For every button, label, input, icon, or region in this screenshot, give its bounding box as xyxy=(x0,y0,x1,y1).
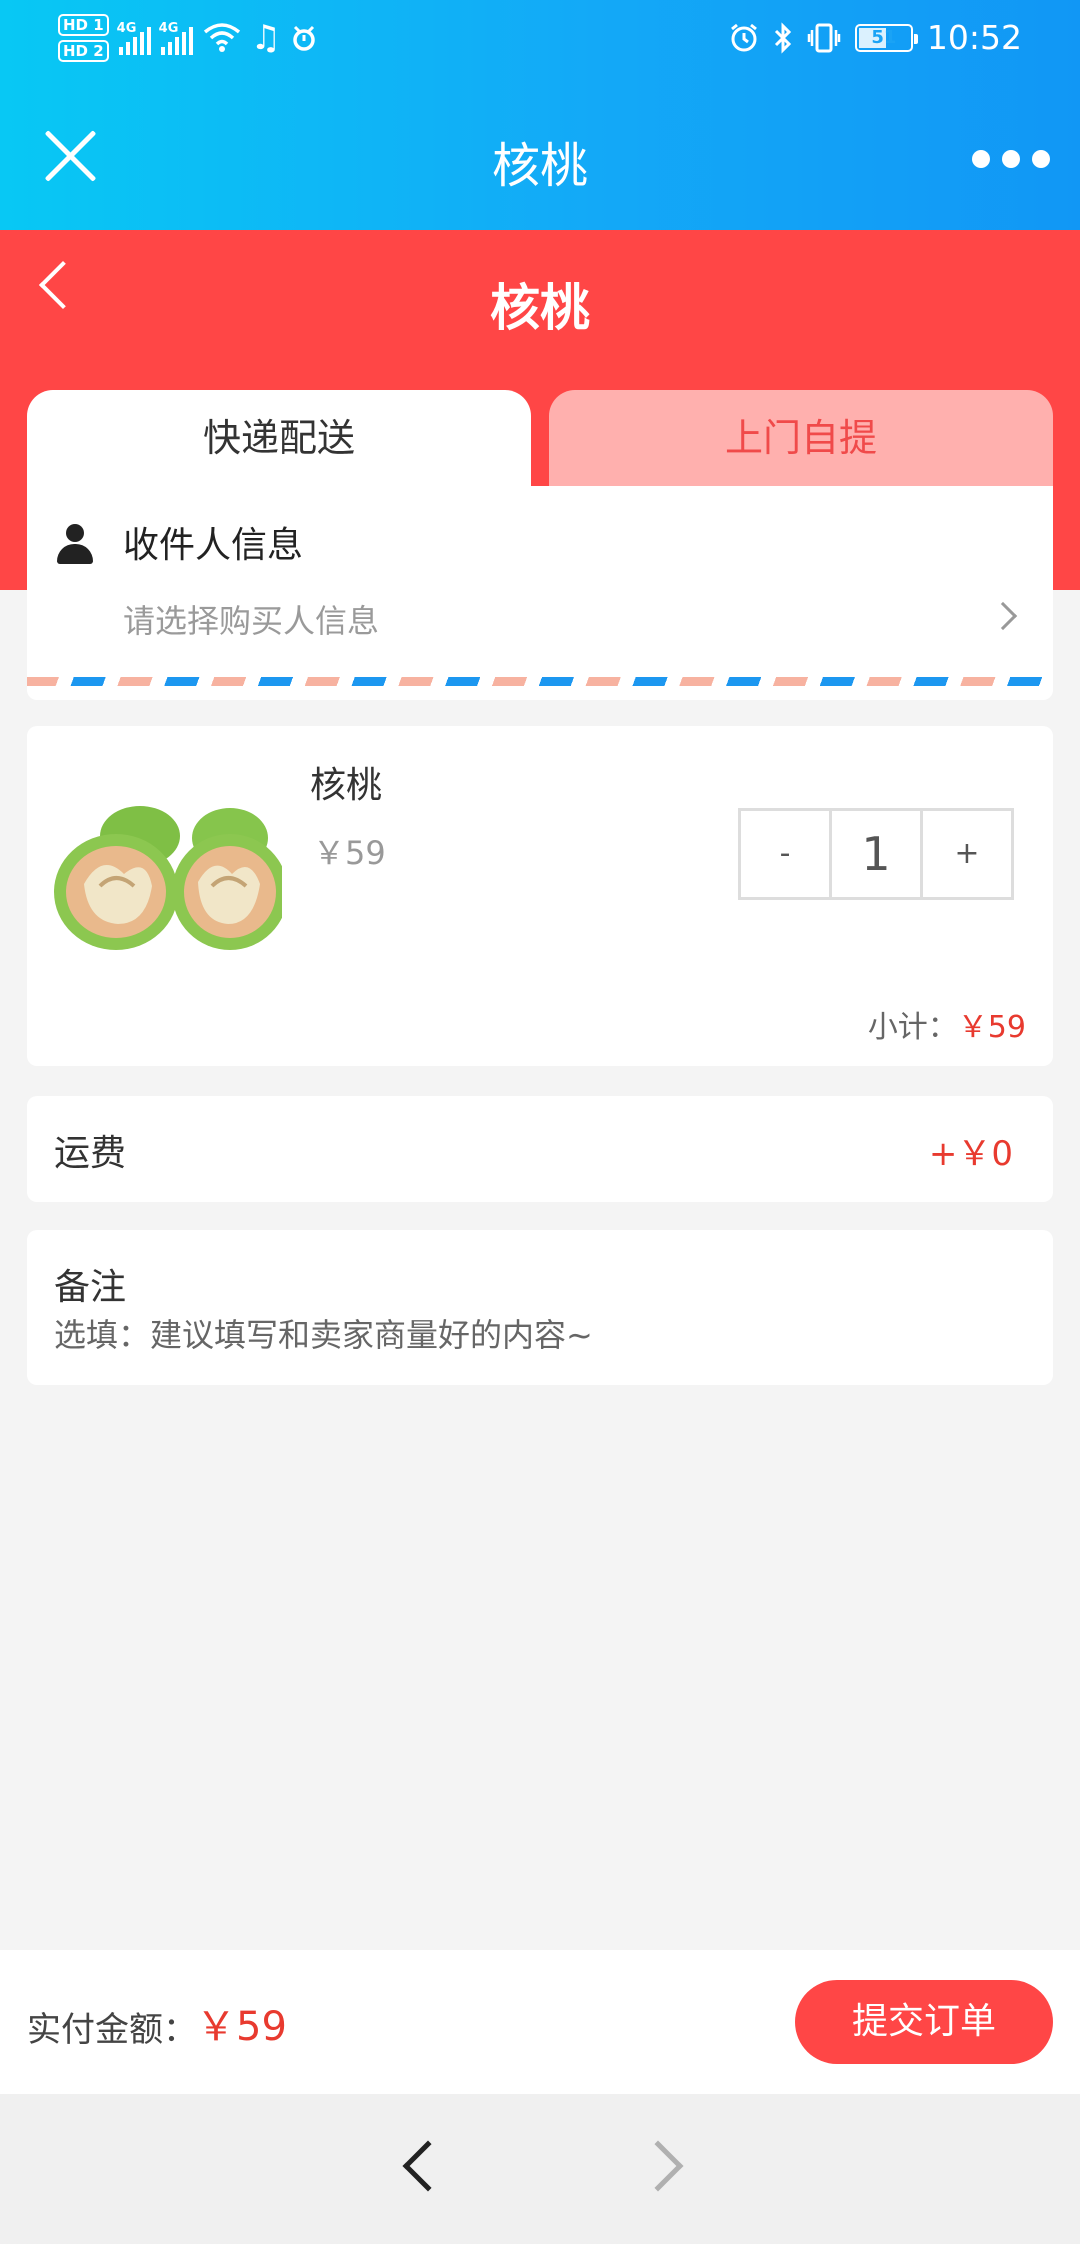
forward-arrow-icon[interactable] xyxy=(632,2140,684,2192)
sim2-label: HD 2 xyxy=(58,40,109,62)
clock: 10:52 xyxy=(926,18,1022,57)
subtotal: 小计：￥59 xyxy=(868,1002,1026,1046)
back-arrow-icon[interactable] xyxy=(402,2140,454,2192)
sim1-label: HD 1 xyxy=(58,14,109,36)
shipping-label: 运费 xyxy=(54,1133,127,1174)
shipping-value: +￥0 xyxy=(928,1134,1013,1174)
recipient-hint: 请选择购买人信息 xyxy=(123,602,380,640)
page-title: 核桃 xyxy=(490,279,590,337)
remark-input[interactable]: 选填：建议填写和卖家商量好的内容~ xyxy=(54,1310,1014,1356)
signal-icon: 4G xyxy=(117,21,151,55)
app-bar: 核桃 xyxy=(0,82,1080,230)
subtotal-value: ￥59 xyxy=(957,1010,1026,1045)
alarm-icon xyxy=(730,23,757,51)
browser-nav-bar xyxy=(0,2094,1080,2244)
recipient-card[interactable]: 收件人信息 请选择购买人信息 xyxy=(27,486,1053,700)
remark-card: 备注 选填：建议填写和卖家商量好的内容~ xyxy=(27,1230,1053,1385)
wifi-icon xyxy=(203,23,240,52)
sim-indicator: HD 1 HD 2 xyxy=(58,14,109,62)
airmail-border xyxy=(27,677,1053,686)
quantity-stepper: - 1 + xyxy=(738,808,1014,900)
person-icon xyxy=(57,524,93,564)
product-name: 核桃 xyxy=(310,765,383,806)
notification-icon xyxy=(293,25,315,51)
top-bar: HD 1 HD 2 4G 4G ♫ 51 10:52 核桃 xyxy=(0,0,1080,230)
more-icon[interactable] xyxy=(972,150,1050,168)
subtotal-label: 小计： xyxy=(867,1010,958,1045)
recipient-title: 收件人信息 xyxy=(123,525,304,566)
bluetooth-icon xyxy=(774,21,792,54)
product-image xyxy=(54,774,282,966)
product-price: ￥59 xyxy=(313,834,386,872)
tab-self-pickup[interactable]: 上门自提 xyxy=(549,390,1053,490)
decrement-button[interactable]: - xyxy=(741,811,829,897)
pay-amount: ￥59 xyxy=(196,2004,287,2050)
app-title: 核桃 xyxy=(491,138,588,194)
remark-title: 备注 xyxy=(54,1267,127,1308)
music-icon: ♫ xyxy=(250,18,282,58)
pay-label: 实付金额： xyxy=(27,2010,197,2050)
checkout-bar: 实付金额： ￥59 提交订单 xyxy=(0,1950,1080,2094)
submit-order-button[interactable]: 提交订单 xyxy=(795,1980,1053,2064)
chevron-right-icon[interactable] xyxy=(988,601,1018,631)
battery-level: 51 xyxy=(871,26,897,48)
vibrate-icon xyxy=(807,23,841,52)
shipping-row: 运费 +￥0 xyxy=(27,1096,1053,1202)
quantity-value[interactable]: 1 xyxy=(829,811,923,897)
increment-button[interactable]: + xyxy=(923,811,1011,897)
signal-icon-2: 4G xyxy=(159,21,193,55)
product-card: 核桃 ￥59 - 1 + 小计：￥59 xyxy=(27,726,1053,1066)
battery-icon: 51 xyxy=(854,23,918,52)
tab-express-delivery[interactable]: 快递配送 xyxy=(27,390,531,490)
status-bar: HD 1 HD 2 4G 4G ♫ 51 10:52 xyxy=(0,0,1080,82)
